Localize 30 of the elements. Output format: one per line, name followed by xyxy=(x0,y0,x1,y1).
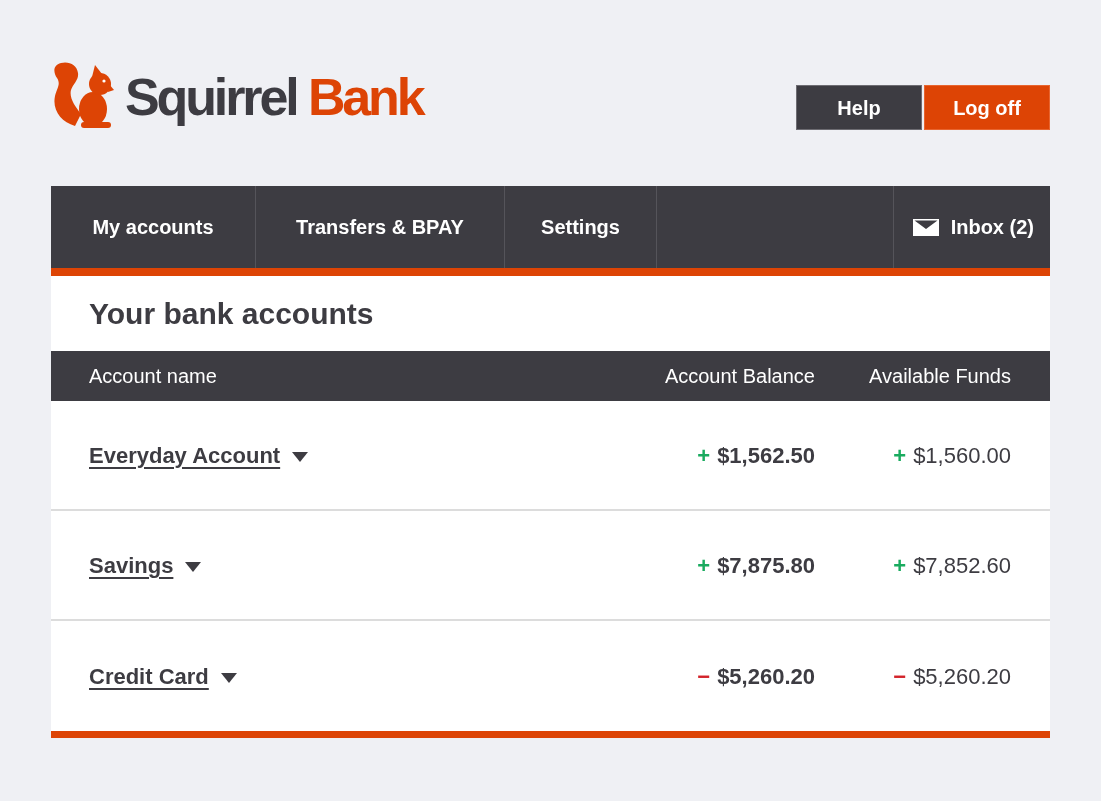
account-name-link[interactable]: Everyday Account xyxy=(89,438,281,472)
amount-sign: − xyxy=(893,662,907,691)
amount-sign: + xyxy=(893,551,907,580)
nav-tab[interactable]: My accounts xyxy=(51,186,256,268)
column-header: Account name xyxy=(89,364,217,389)
amount-sign: − xyxy=(697,662,711,691)
account-balance: $1,562.50 xyxy=(717,441,815,470)
panel-title: Your bank accounts xyxy=(89,296,374,332)
nav-tab[interactable]: Transfers & BPAY xyxy=(256,186,505,268)
log-off-button[interactable]: Log off xyxy=(924,85,1050,130)
column-header: Available Funds xyxy=(869,364,1011,389)
amount-sign: + xyxy=(893,441,907,470)
available-funds: $1,560.00 xyxy=(913,441,1011,470)
available-funds: $5,260.20 xyxy=(913,662,1011,691)
squirrel-logo-icon xyxy=(51,62,115,128)
caret-down-icon[interactable] xyxy=(292,452,309,462)
account-balance: $5,260.20 xyxy=(717,662,815,691)
help-button[interactable]: Help xyxy=(796,85,922,130)
amount-sign: + xyxy=(697,441,711,470)
account-name-link[interactable]: Credit Card xyxy=(89,659,209,693)
account-name-link[interactable]: Savings xyxy=(89,548,174,582)
account-balance: $7,875.80 xyxy=(717,551,815,580)
inbox-link[interactable]: Inbox (2) xyxy=(893,186,1050,268)
column-header: Account Balance xyxy=(664,364,815,389)
amount-sign: + xyxy=(697,551,711,580)
caret-down-icon[interactable] xyxy=(185,562,202,572)
nav-tab[interactable]: Settings xyxy=(505,186,657,268)
envelope-icon xyxy=(912,218,939,236)
caret-down-icon[interactable] xyxy=(220,673,237,683)
available-funds: $7,852.60 xyxy=(913,551,1011,580)
